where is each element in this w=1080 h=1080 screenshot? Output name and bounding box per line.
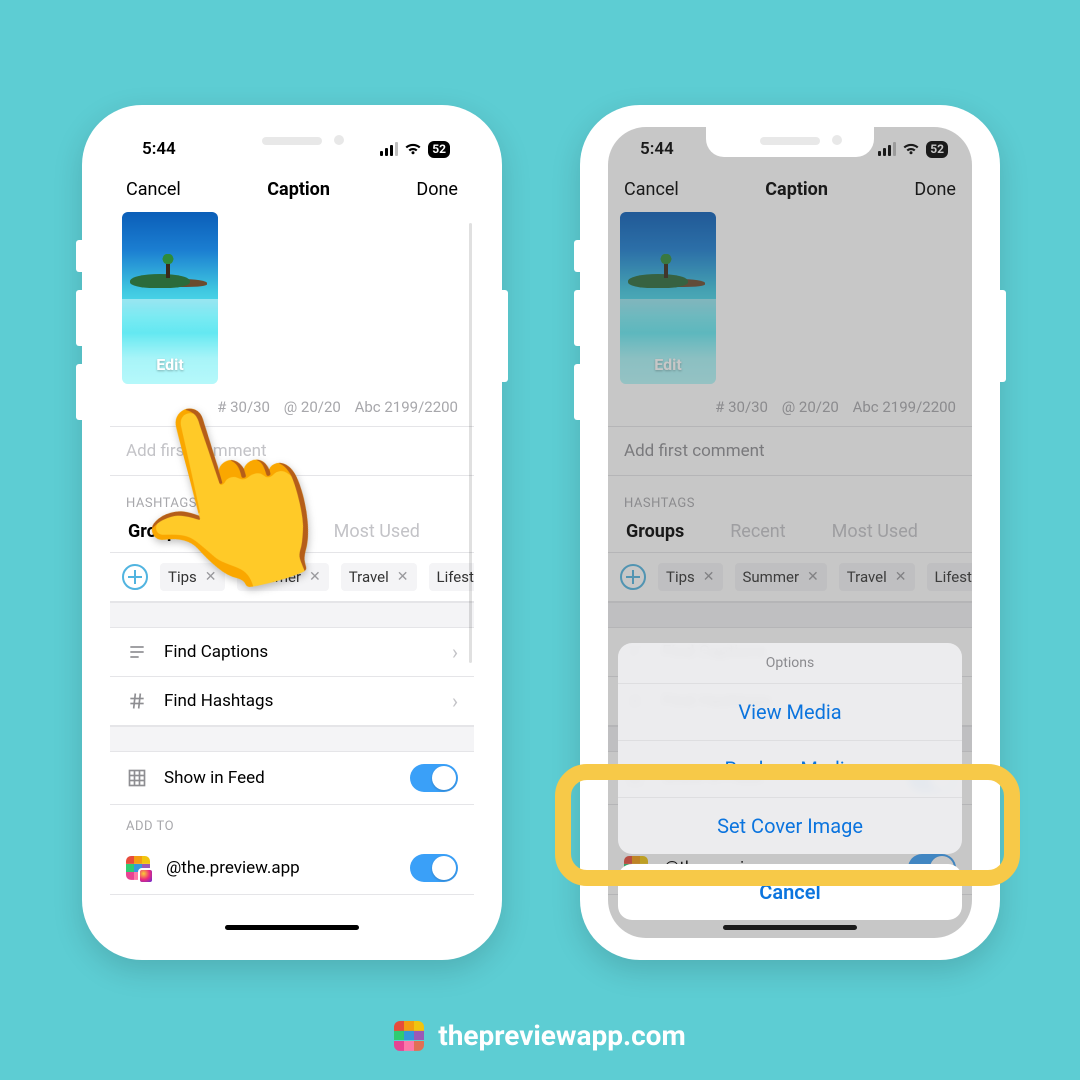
chip-summer[interactable]: Summer✕ (237, 563, 329, 591)
tab-most-used[interactable]: Most Used (326, 519, 428, 542)
chevron-right-icon: › (452, 640, 458, 664)
sheet-set-cover[interactable]: Set Cover Image (618, 798, 962, 854)
notch (706, 127, 874, 157)
action-sheet: Options View Media Replace Media Set Cov… (618, 643, 962, 920)
find-hashtags-row[interactable]: Find Hashtags › (110, 677, 474, 726)
spacer (110, 726, 474, 752)
phone-left: 5:44 52 Cancel Caption Done Edit # 30/30… (82, 105, 502, 960)
side-button-right (1000, 290, 1006, 382)
counter-at: @ 20/20 (284, 398, 341, 416)
media-thumbnail[interactable]: Edit (122, 212, 218, 384)
sheet-replace-media[interactable]: Replace Media (618, 741, 962, 798)
hash-icon (126, 690, 148, 712)
signal-icon (380, 142, 398, 156)
find-captions-row[interactable]: Find Captions › (110, 628, 474, 677)
show-in-feed-toggle[interactable] (410, 764, 458, 792)
scrollbar[interactable] (469, 223, 472, 663)
hashtag-chips: Tips✕ Summer✕ Travel✕ Lifestyle (110, 553, 474, 602)
grid-icon (126, 767, 148, 789)
first-comment-input[interactable]: Add first comment (110, 427, 474, 476)
account-row: @the.preview.app (110, 842, 474, 895)
spacer (110, 602, 474, 628)
screen: 5:44 52 Cancel Caption Done Edit # 30/30… (110, 127, 474, 938)
close-icon[interactable]: ✕ (397, 569, 409, 585)
counters: # 30/30 @ 20/20 Abc 2199/2200 (110, 384, 474, 427)
lines-icon (126, 641, 148, 663)
counter-hash: # 30/30 (217, 398, 270, 416)
wifi-icon (404, 142, 422, 156)
chip-travel[interactable]: Travel✕ (341, 563, 417, 591)
page-title: Caption (267, 179, 330, 200)
chip-tips[interactable]: Tips✕ (160, 563, 225, 591)
status-time: 5:44 (142, 139, 176, 159)
footer-logo-icon (394, 1021, 424, 1051)
battery-icon: 52 (428, 141, 450, 158)
done-button[interactable]: Done (416, 179, 458, 200)
footer: thepreviewapp.com (0, 1019, 1080, 1052)
side-button-right (502, 290, 508, 382)
edit-label: Edit (122, 355, 218, 374)
app-icon (126, 856, 150, 880)
sheet-cancel[interactable]: Cancel (618, 864, 962, 920)
nav-bar: Cancel Caption Done (110, 171, 474, 212)
list-item-label: Show in Feed (164, 768, 394, 788)
status-icons: 52 (380, 141, 450, 158)
list-item-label: Find Captions (164, 642, 436, 662)
sheet-title: Options (618, 643, 962, 684)
footer-text: thepreviewapp.com (438, 1019, 686, 1052)
chevron-right-icon: › (452, 689, 458, 713)
list-item-label: Find Hashtags (164, 691, 436, 711)
tab-groups[interactable]: Groups (120, 519, 194, 542)
account-toggle[interactable] (410, 854, 458, 882)
close-icon[interactable]: ✕ (309, 569, 321, 585)
close-icon[interactable]: ✕ (205, 569, 217, 585)
chip-lifestyle[interactable]: Lifestyle (429, 563, 474, 591)
side-buttons (574, 240, 580, 438)
tab-recent[interactable]: Recent (224, 519, 295, 542)
show-in-feed-row: Show in Feed (110, 752, 474, 805)
notch (208, 127, 376, 157)
sheet-view-media[interactable]: View Media (618, 684, 962, 741)
hashtags-label: HASHTAGS (110, 476, 474, 519)
side-buttons (76, 240, 82, 438)
counter-abc: Abc 2199/2200 (355, 398, 458, 416)
account-handle: @the.preview.app (166, 858, 394, 878)
add-to-label: ADD TO (110, 805, 474, 842)
screen: 5:44 52 Cancel Caption Done Edit # 30/30… (608, 127, 972, 938)
phone-right: 5:44 52 Cancel Caption Done Edit # 30/30… (580, 105, 1000, 960)
add-hashtag-group-button[interactable] (122, 564, 148, 590)
home-indicator (225, 925, 359, 930)
hashtag-tabs: Groups Recent Most Used (110, 519, 474, 553)
cancel-button[interactable]: Cancel (126, 179, 181, 200)
